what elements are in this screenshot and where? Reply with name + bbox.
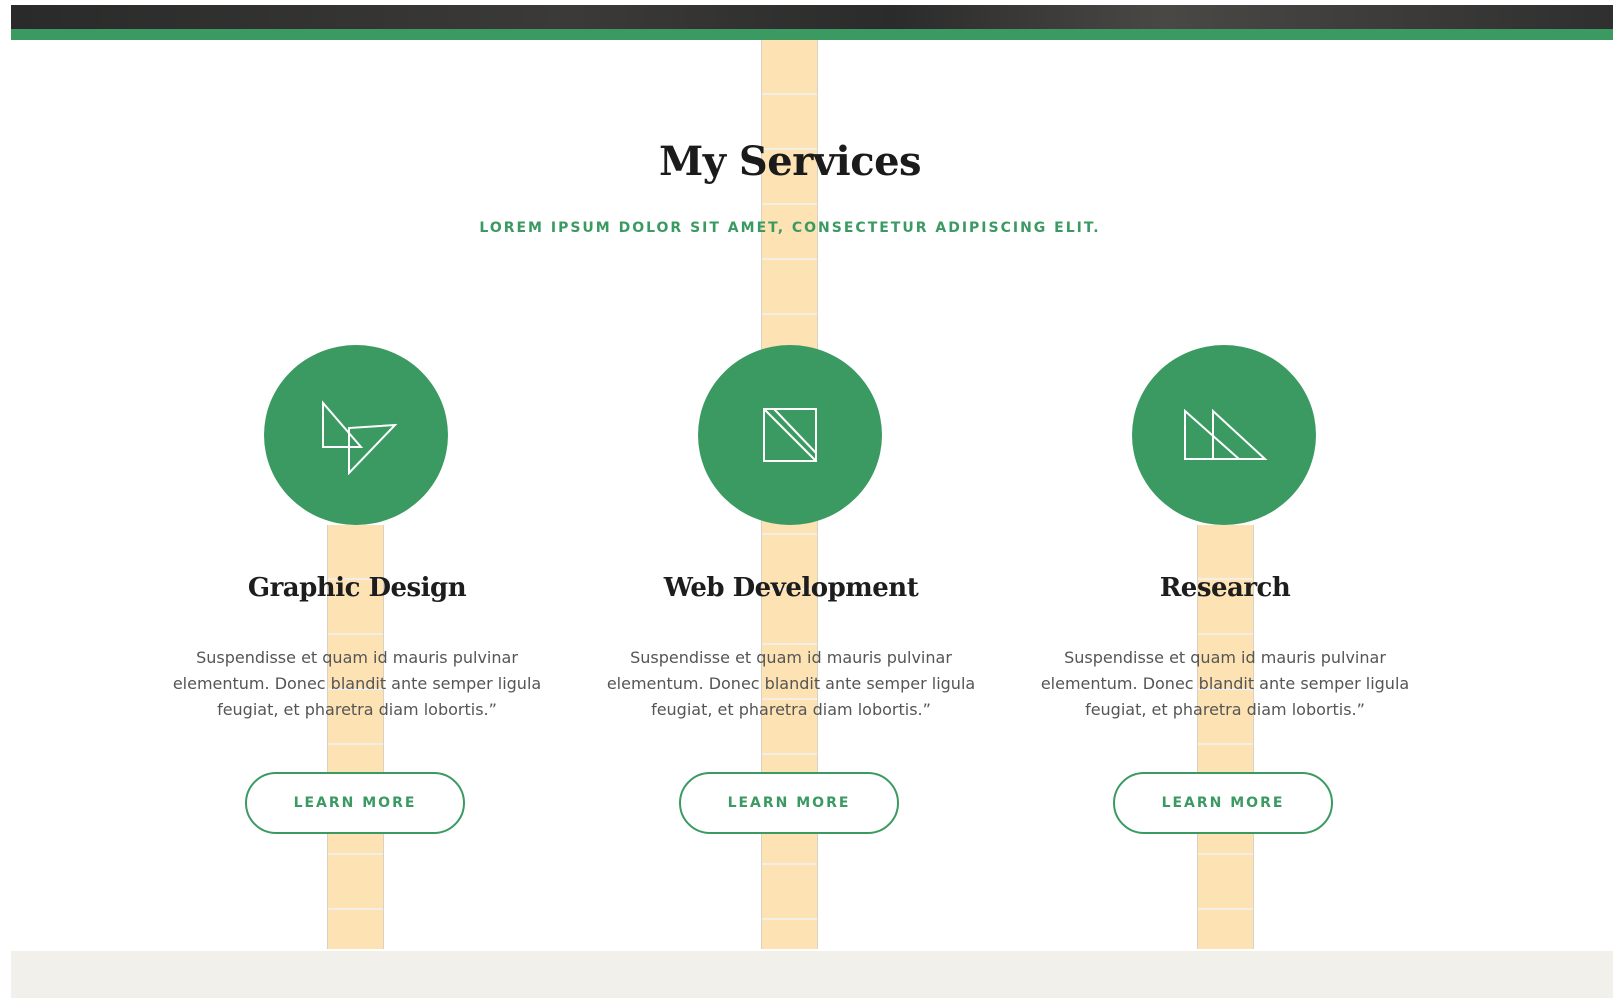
footer-band — [11, 951, 1613, 998]
overlapping-triangles-icon — [322, 400, 398, 475]
header-accent-bar — [11, 29, 1613, 40]
service-card-web-development: Web Development Suspendisse et quam id m… — [591, 345, 991, 840]
section-subtitle: LOREM IPSUM DOLOR SIT AMET, CONSECTETUR … — [479, 220, 1101, 236]
service-icon-circle — [698, 345, 882, 525]
service-description: Suspendisse et quam id mauris pulvinar e… — [172, 648, 542, 719]
header-image-strip — [11, 5, 1613, 29]
learn-more-button[interactable]: LEARN MORE — [1113, 772, 1333, 834]
learn-more-button[interactable]: LEARN MORE — [245, 772, 465, 834]
section-title: My Services — [658, 138, 922, 185]
service-icon-circle — [1132, 345, 1316, 525]
service-card-graphic-design: Graphic Design Suspendisse et quam id ma… — [157, 345, 557, 840]
service-icon-circle — [264, 345, 448, 525]
service-card-research: Research Suspendisse et quam id mauris p… — [1025, 345, 1425, 840]
split-square-icon — [763, 408, 817, 462]
learn-more-button[interactable]: LEARN MORE — [679, 772, 899, 834]
service-title: Web Development — [663, 573, 919, 603]
service-title: Research — [1159, 573, 1291, 603]
service-title: Graphic Design — [247, 573, 467, 603]
service-description: Suspendisse et quam id mauris pulvinar e… — [606, 648, 976, 719]
service-description: Suspendisse et quam id mauris pulvinar e… — [1040, 648, 1410, 719]
double-triangle-icon — [1184, 408, 1268, 460]
